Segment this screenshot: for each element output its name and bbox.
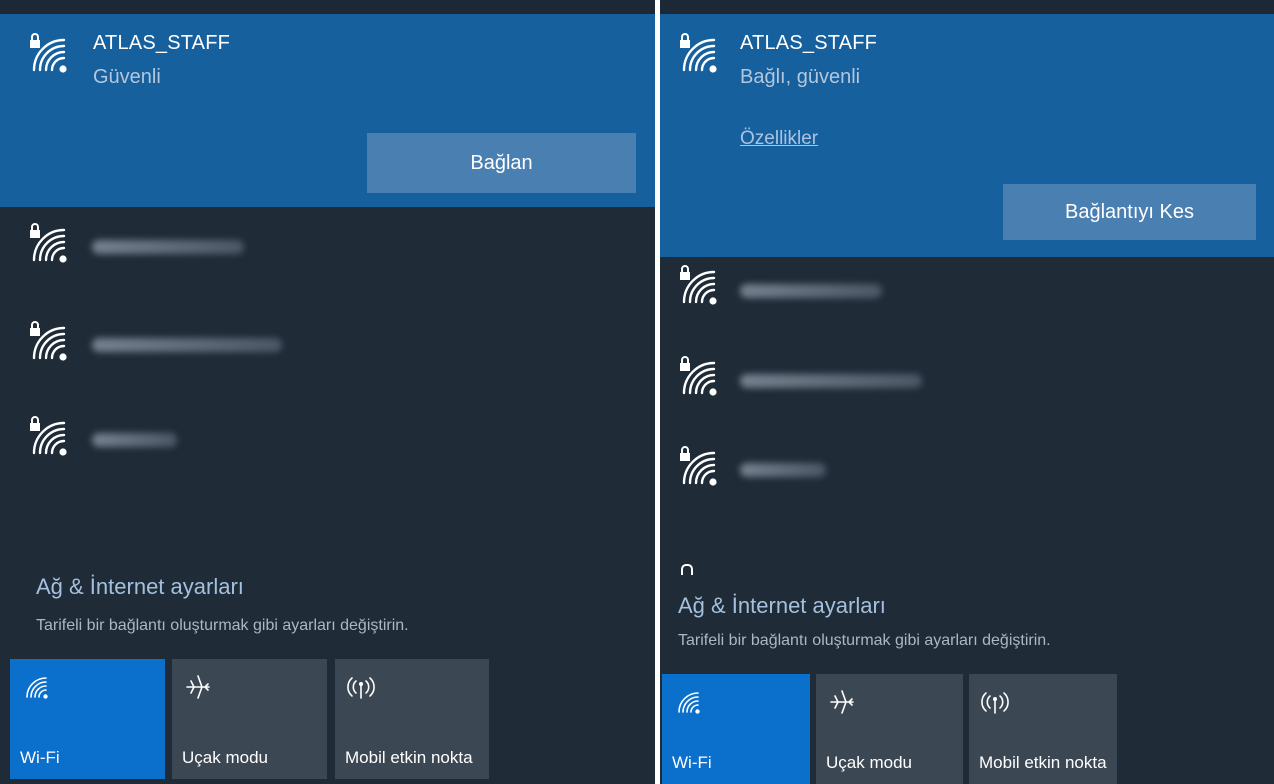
properties-link[interactable]: Özellikler	[740, 128, 818, 150]
wifi-secured-icon	[26, 222, 70, 266]
selected-network-item[interactable]: ATLAS_STAFF Güvenli Bağlan	[0, 14, 655, 207]
disconnect-button[interactable]: Bağlantıyı Kes	[1003, 184, 1256, 240]
connect-button[interactable]: Bağlan	[367, 133, 636, 193]
network-name-blurred	[740, 463, 826, 477]
tile-label: Uçak modu	[826, 753, 912, 772]
hotspot-icon	[347, 673, 375, 701]
airplane-mode-tile[interactable]: Uçak modu	[172, 659, 327, 779]
network-status: Bağlı, güvenli	[740, 66, 861, 88]
network-name-blurred	[92, 433, 177, 447]
tile-label: Mobil etkin nokta	[979, 753, 1107, 772]
wifi-secured-icon	[26, 415, 70, 459]
network-settings-link[interactable]: Ağ & İnternet ayarları	[36, 574, 244, 600]
network-name: ATLAS_STAFF	[740, 32, 878, 54]
wifi-secured-icon	[26, 320, 70, 364]
wifi-toggle-tile[interactable]: Wi-Fi	[662, 674, 810, 784]
wifi-secured-icon	[26, 32, 70, 76]
wifi-secured-icon	[676, 445, 720, 489]
wifi-secured-icon	[676, 264, 720, 308]
network-name-blurred	[740, 284, 882, 298]
tile-label: Wi-Fi	[20, 748, 60, 767]
selected-network-item[interactable]: ATLAS_STAFF Bağlı, güvenli Özellikler Ba…	[660, 14, 1274, 257]
tile-label: Wi-Fi	[672, 753, 712, 772]
network-flyout-left: ATLAS_STAFF Güvenli Bağlan Ağ & İnternet…	[0, 0, 655, 784]
wifi-secured-icon	[676, 32, 720, 76]
network-name-blurred	[92, 240, 244, 254]
network-name-blurred	[92, 338, 282, 352]
settings-description: Tarifeli bir bağlantı oluşturmak gibi ay…	[678, 632, 1051, 649]
wifi-toggle-tile[interactable]: Wi-Fi	[10, 659, 165, 779]
airplane-mode-tile[interactable]: Uçak modu	[816, 674, 963, 784]
tile-label: Mobil etkin nokta	[345, 748, 473, 767]
mobile-hotspot-tile[interactable]: Mobil etkin nokta	[335, 659, 489, 779]
wifi-secured-icon	[676, 355, 720, 399]
network-name: ATLAS_STAFF	[93, 32, 231, 54]
settings-description: Tarifeli bir bağlantı oluşturmak gibi ay…	[36, 617, 409, 634]
flyout-top-strip	[660, 0, 1274, 14]
partial-network-icon	[681, 564, 693, 575]
network-status: Güvenli	[93, 66, 161, 88]
flyout-top-strip	[0, 0, 655, 14]
wifi-icon	[674, 688, 702, 716]
airplane-icon	[828, 688, 856, 716]
mobile-hotspot-tile[interactable]: Mobil etkin nokta	[969, 674, 1117, 784]
hotspot-icon	[981, 688, 1009, 716]
tile-label: Uçak modu	[182, 748, 268, 767]
wifi-icon	[22, 673, 50, 701]
network-name-blurred	[740, 374, 922, 388]
network-flyout-right: ATLAS_STAFF Bağlı, güvenli Özellikler Ba…	[660, 0, 1274, 784]
airplane-icon	[184, 673, 212, 701]
network-settings-link[interactable]: Ağ & İnternet ayarları	[678, 593, 886, 619]
